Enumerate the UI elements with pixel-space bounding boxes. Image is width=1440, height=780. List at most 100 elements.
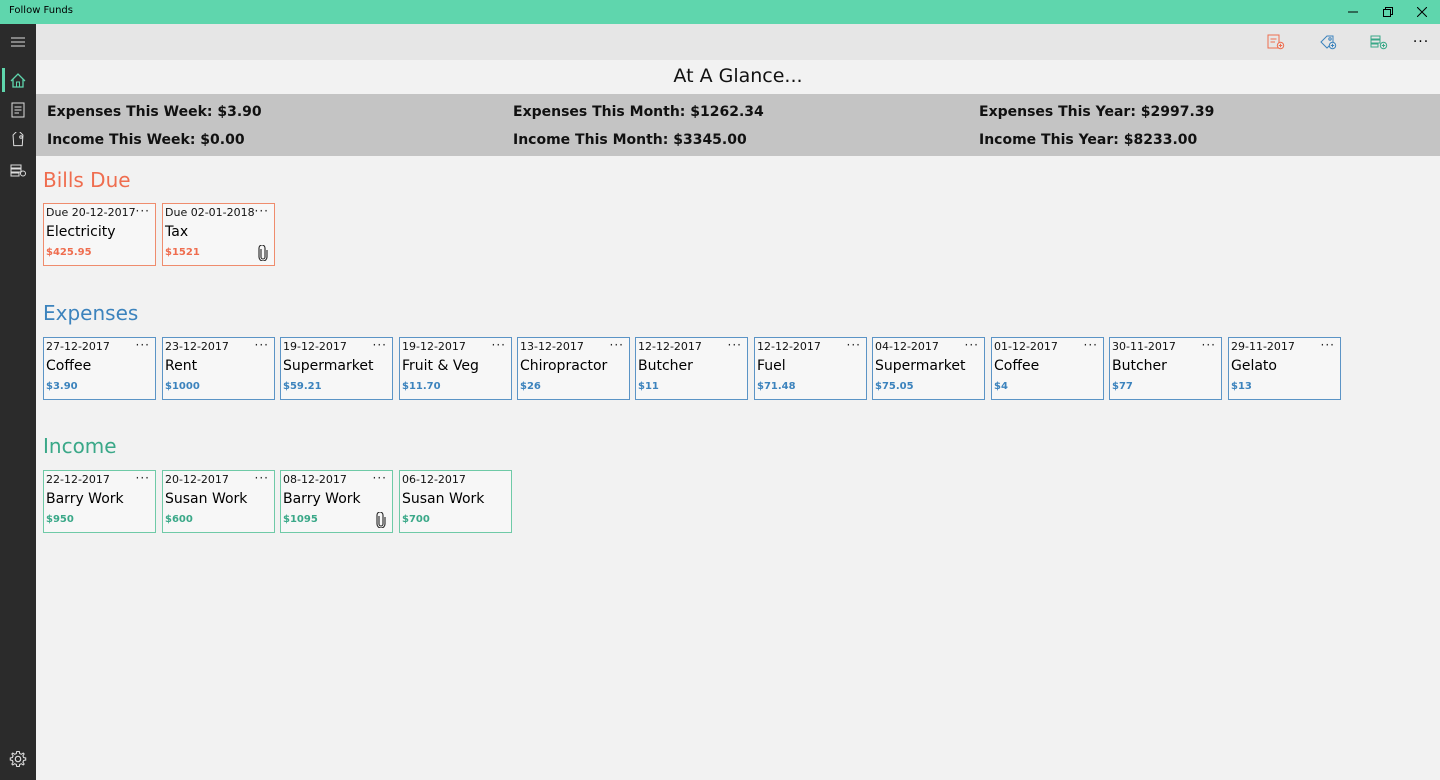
card-more-button[interactable]: ··· [373,338,387,352]
expenses-heading: Expenses [43,301,139,325]
expense-card[interactable]: 12-12-2017 ··· Fuel $71.48 [754,337,867,400]
card-name: Supermarket [283,358,374,374]
nav-income[interactable] [0,156,36,184]
nav-expenses[interactable] [0,126,36,154]
hamburger-icon [11,37,25,47]
card-more-button[interactable]: ··· [965,338,979,352]
income-card[interactable]: 08-12-2017 ··· Barry Work $1095 [280,470,393,533]
expense-card[interactable]: 04-12-2017 ··· Supermarket $75.05 [872,337,985,400]
card-amount: $26 [520,381,541,392]
expense-card[interactable]: 29-11-2017 ··· Gelato $13 [1228,337,1341,400]
card-amount: $1521 [165,247,200,258]
card-more-button[interactable]: ··· [136,338,150,352]
hamburger-menu-button[interactable] [0,28,36,56]
card-date: 22-12-2017 [46,473,110,486]
card-date: 29-11-2017 [1231,340,1295,353]
expense-card[interactable]: 13-12-2017 ··· Chiropractor $26 [517,337,630,400]
card-amount: $1095 [283,514,318,525]
bill-icon [11,102,25,118]
add-income-button[interactable] [1366,30,1392,54]
paperclip-icon[interactable] [258,245,268,261]
close-button[interactable] [1405,0,1439,24]
card-date: 01-12-2017 [994,340,1058,353]
card-amount: $700 [402,514,430,525]
card-amount: $77 [1112,381,1133,392]
card-name: Coffee [46,358,92,374]
income-this-month: Income This Month: $3345.00 [513,132,747,148]
add-expense-button[interactable] [1315,30,1341,54]
card-amount: $11 [638,381,659,392]
card-date: Due 02-01-2018 [165,206,255,219]
card-name: Butcher [638,358,693,374]
more-icon: ··· [1412,34,1430,50]
card-more-button[interactable]: ··· [610,338,624,352]
card-amount: $1000 [165,381,200,392]
card-name: Barry Work [46,491,124,507]
income-card[interactable]: 22-12-2017 ··· Barry Work $950 [43,470,156,533]
card-more-button[interactable]: ··· [136,471,150,485]
card-name: Coffee [994,358,1040,374]
card-amount: $950 [46,514,74,525]
expense-card[interactable]: 27-12-2017 ··· Coffee $3.90 [43,337,156,400]
card-more-button[interactable]: ··· [255,204,269,218]
income-card[interactable]: 06-12-2017 Susan Work $700 [399,470,512,533]
card-amount: $11.70 [402,381,441,392]
card-more-button[interactable]: ··· [492,338,506,352]
paperclip-icon[interactable] [376,512,386,528]
expense-card[interactable]: 19-12-2017 ··· Fruit & Veg $11.70 [399,337,512,400]
card-more-button[interactable]: ··· [255,338,269,352]
expense-card[interactable]: 30-11-2017 ··· Butcher $77 [1109,337,1222,400]
expenses-this-week: Expenses This Week: $3.90 [47,104,262,120]
settings-button[interactable] [0,745,36,773]
card-date: 19-12-2017 [402,340,466,353]
card-more-button[interactable]: ··· [1202,338,1216,352]
expense-card[interactable]: 12-12-2017 ··· Butcher $11 [635,337,748,400]
bill-card[interactable]: Due 20-12-2017 ··· Electricity $425.95 [43,203,156,266]
card-date: 12-12-2017 [757,340,821,353]
income-card[interactable]: 20-12-2017 ··· Susan Work $600 [162,470,275,533]
card-name: Electricity [46,224,116,240]
expenses-this-year: Expenses This Year: $2997.39 [979,104,1215,120]
summary-panel: Expenses This Week: $3.90 Income This We… [36,94,1440,156]
add-bill-button[interactable] [1263,30,1289,54]
card-date: 23-12-2017 [165,340,229,353]
bill-card[interactable]: Due 02-01-2018 ··· Tax $1521 [162,203,275,266]
income-icon [10,164,26,177]
expenses-this-month: Expenses This Month: $1262.34 [513,104,764,120]
card-amount: $4 [994,381,1008,392]
card-date: 20-12-2017 [165,473,229,486]
income-this-year: Income This Year: $8233.00 [979,132,1198,148]
card-amount: $71.48 [757,381,796,392]
card-more-button[interactable]: ··· [728,338,742,352]
card-name: Susan Work [402,491,485,507]
card-name: Barry Work [283,491,361,507]
card-more-button[interactable]: ··· [1084,338,1098,352]
card-amount: $425.95 [46,247,92,258]
card-date: 13-12-2017 [520,340,584,353]
card-more-button[interactable]: ··· [1321,338,1335,352]
card-name: Butcher [1112,358,1167,374]
restore-button[interactable] [1371,0,1405,24]
income-this-week: Income This Week: $0.00 [47,132,245,148]
card-date: 12-12-2017 [638,340,702,353]
card-amount: $3.90 [46,381,78,392]
card-more-button[interactable]: ··· [373,471,387,485]
minimize-button[interactable] [1336,0,1370,24]
expense-card[interactable]: 19-12-2017 ··· Supermarket $59.21 [280,337,393,400]
nav-home[interactable] [0,66,36,94]
expense-card[interactable]: 01-12-2017 ··· Coffee $4 [991,337,1104,400]
expense-card[interactable]: 23-12-2017 ··· Rent $1000 [162,337,275,400]
card-more-button[interactable]: ··· [255,471,269,485]
card-name: Chiropractor [520,358,608,374]
more-button[interactable]: ··· [1408,30,1434,54]
card-amount: $600 [165,514,193,525]
tag-icon [12,132,24,147]
home-icon [10,72,26,88]
card-more-button[interactable]: ··· [847,338,861,352]
restore-icon [1383,7,1393,17]
nav-bills[interactable] [0,96,36,124]
card-more-button[interactable]: ··· [136,204,150,218]
card-name: Fuel [757,358,786,374]
card-amount: $75.05 [875,381,914,392]
card-date: 06-12-2017 [402,473,466,486]
